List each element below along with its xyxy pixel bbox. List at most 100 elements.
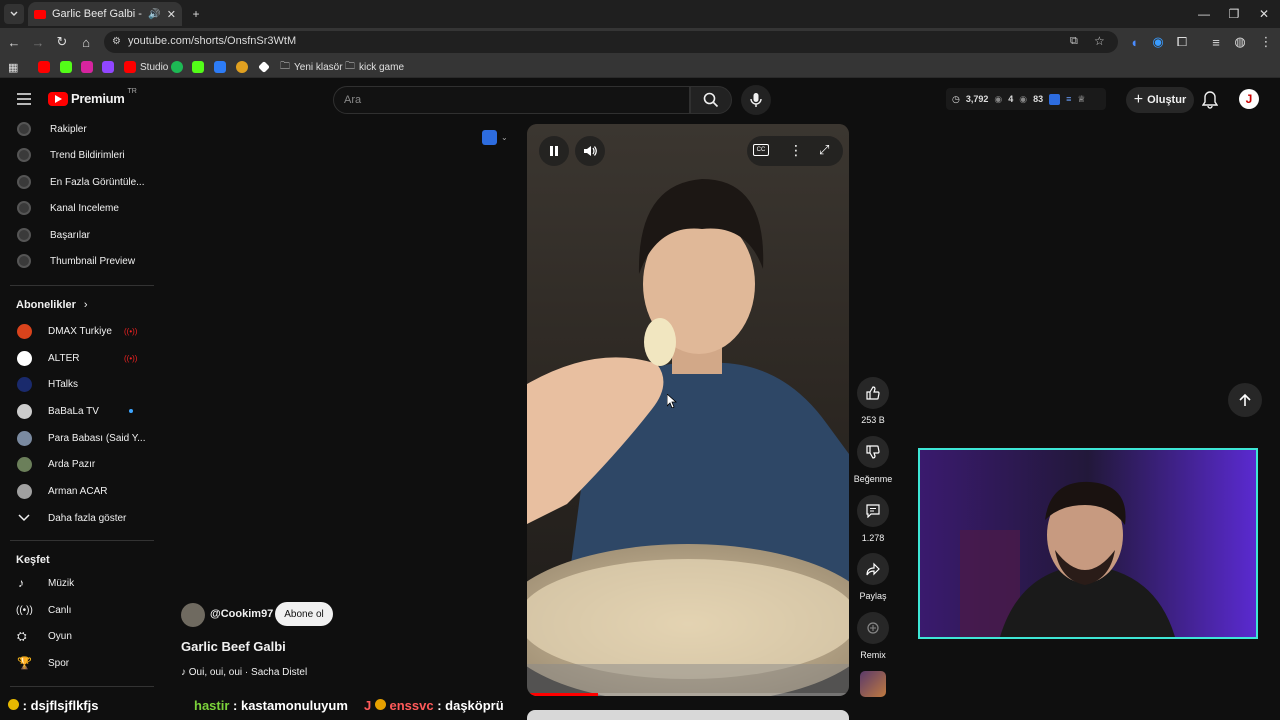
like-button[interactable]: 253 B xyxy=(853,377,893,425)
video-progress-bar[interactable] xyxy=(527,693,849,696)
bookmark-folder-kick-game[interactable]: 🗀 kick game xyxy=(345,59,404,75)
browser-tab-bar: Garlic Beef Galbi - YouTube 🔊 ✕ + — ❐ ✕ xyxy=(0,0,1280,28)
volume-icon xyxy=(584,146,597,156)
sidebar-item-channel-review[interactable]: Kanal Inceleme xyxy=(0,195,154,221)
fullscreen-icon[interactable]: ⤢ xyxy=(819,142,829,158)
live-indicator-icon: ((•)) xyxy=(124,353,138,363)
captions-icon[interactable]: CC xyxy=(753,144,769,156)
sidebar-item-trend[interactable]: Trend Bildirimleri xyxy=(0,142,154,168)
browser-tab-active[interactable]: Garlic Beef Galbi - YouTube 🔊 ✕ xyxy=(28,2,182,26)
sidebar-item-sports[interactable]: 🏆 Spor xyxy=(0,650,154,676)
bookmark-star-icon[interactable]: ☆ xyxy=(1094,34,1105,48)
more-options-icon[interactable]: ⋮ xyxy=(789,142,803,159)
badge-icon xyxy=(374,699,386,710)
bookmark-spotify-icon[interactable] xyxy=(171,59,183,75)
tab-search-button[interactable] xyxy=(4,4,24,24)
remix-button[interactable]: Remix xyxy=(853,612,893,660)
voice-search-button[interactable] xyxy=(741,85,771,115)
bookmark-folder-yeni-klasor[interactable]: 🗀 Yeni klasör xyxy=(280,59,343,75)
media-controls-icon[interactable]: ≡ xyxy=(1208,34,1224,50)
show-more-button[interactable]: Daha fazla göster xyxy=(0,505,154,531)
site-info-icon[interactable]: ⚙ xyxy=(112,36,121,47)
bookmark-instagram-icon[interactable] xyxy=(81,59,93,75)
next-short-preview[interactable] xyxy=(527,710,849,720)
pause-button[interactable] xyxy=(539,136,569,166)
clock-icon: ◷ xyxy=(952,93,960,104)
badge-icon: J xyxy=(364,698,372,713)
install-app-icon[interactable]: ⧉ xyxy=(1070,35,1078,48)
comments-button[interactable]: 1.278 xyxy=(853,495,893,543)
minimize-button[interactable]: — xyxy=(1196,6,1212,22)
user-avatar[interactable]: J xyxy=(1239,89,1259,109)
subscription-alter[interactable]: ALTER ((•)) xyxy=(0,345,154,371)
address-bar[interactable]: ⚙ youtube.com/shorts/OnsfnSr3WtM ⧉ ☆ xyxy=(104,31,1118,53)
thumbs-down-icon xyxy=(866,445,880,459)
list-icon: ≡ xyxy=(1066,94,1072,104)
scroll-up-button[interactable] xyxy=(1228,383,1262,417)
home-icon[interactable]: ⌂ xyxy=(78,34,94,50)
sidebar-divider xyxy=(10,540,154,541)
vidiq-toggle-button[interactable]: ⌄ xyxy=(482,130,508,145)
search-input[interactable]: Ara xyxy=(333,86,690,114)
bookmark-yellow-icon[interactable] xyxy=(236,59,248,75)
youtube-logo[interactable]: Premium TR xyxy=(48,88,137,106)
sidebar-divider xyxy=(10,285,154,286)
close-window-button[interactable]: ✕ xyxy=(1256,6,1272,22)
share-button[interactable]: Paylaş xyxy=(853,553,893,601)
subscription-dmax[interactable]: DMAX Turkiye ((•)) xyxy=(0,318,154,344)
subscriptions-header[interactable]: Abonelikler › xyxy=(16,299,88,311)
back-icon[interactable]: ← xyxy=(6,34,22,50)
sidebar-item-live[interactable]: ((•)) Canlı xyxy=(0,597,154,623)
sidebar-item-thumbnail-preview[interactable]: Thumbnail Preview xyxy=(0,248,154,274)
sidebar-item-rakipler[interactable]: Rakipler xyxy=(0,116,154,142)
sidebar-item-most-viewed[interactable]: En Fazla Görüntüle... xyxy=(0,169,154,195)
chevron-down-icon xyxy=(18,514,30,522)
hamburger-menu-icon[interactable] xyxy=(16,92,32,106)
create-button[interactable]: + Oluştur xyxy=(1126,87,1194,113)
subscribe-button[interactable]: Abone ol xyxy=(275,602,333,626)
new-tab-button[interactable]: + xyxy=(188,6,204,22)
channel-avatar xyxy=(17,430,32,446)
sidebar-item-gaming[interactable]: ⛭ Oyun xyxy=(0,623,154,649)
bookmark-youtube-icon[interactable] xyxy=(38,59,50,75)
subscription-htalks[interactable]: HTalks xyxy=(0,371,154,397)
dislike-button[interactable]: Beğenme xyxy=(853,436,893,484)
forward-icon[interactable]: → xyxy=(30,34,46,50)
bookmark-cloud-icon[interactable] xyxy=(214,59,226,75)
youtube-favicon-icon xyxy=(34,9,46,19)
subscription-arda-pazir[interactable]: Arda Pazır xyxy=(0,451,154,477)
subscription-arman-acar[interactable]: Arman ACAR xyxy=(0,478,154,504)
bookmark-kick2-icon[interactable] xyxy=(192,59,204,75)
streamer-webcam-overlay xyxy=(918,448,1258,639)
bookmark-twitch-icon[interactable] xyxy=(102,59,114,75)
reload-icon[interactable]: ↻ xyxy=(54,34,70,50)
bookmark-diamond-icon[interactable] xyxy=(258,59,270,75)
sidebar-item-music[interactable]: ♪ Müzik xyxy=(0,570,154,596)
bookmark-kick-icon[interactable] xyxy=(60,59,72,75)
notifications-bell-icon[interactable] xyxy=(1202,91,1218,109)
subscription-babala[interactable]: BaBaLa TV xyxy=(0,398,154,424)
speaker-icon[interactable]: 🔊 xyxy=(148,9,160,20)
extension-stats-widget[interactable]: ◷ 3,792 ◉ 4 ◉ 83 ≡ ♕ xyxy=(946,88,1106,110)
subscription-para-babasi[interactable]: Para Babası (Said Y... xyxy=(0,425,154,451)
search-button[interactable] xyxy=(690,86,732,114)
sound-thumbnail[interactable] xyxy=(860,671,886,697)
music-link[interactable]: ♪ Oui, oui, oui · Sacha Distel xyxy=(181,667,307,678)
profile-icon[interactable]: ◍ xyxy=(1232,34,1248,50)
share-icon xyxy=(866,562,880,576)
shorts-video-player[interactable]: CC ⋮ ⤢ xyxy=(527,124,849,696)
close-tab-icon[interactable]: ✕ xyxy=(167,8,176,21)
volume-button[interactable] xyxy=(575,136,605,166)
music-note-icon: ♪ xyxy=(18,576,24,590)
channel-avatar[interactable] xyxy=(181,603,205,627)
channel-avatar xyxy=(17,483,32,499)
menu-icon[interactable]: ⋮ xyxy=(1258,34,1274,50)
bookmark-studio[interactable]: Studio xyxy=(124,59,168,75)
extension-icon-1[interactable]: ◖ xyxy=(1126,34,1142,50)
restore-button[interactable]: ❐ xyxy=(1226,6,1242,22)
apps-icon[interactable]: ▦ xyxy=(8,59,18,75)
extension-icon-2[interactable]: ◉ xyxy=(1150,34,1166,50)
extensions-icon[interactable]: ⧠ xyxy=(1174,34,1190,50)
channel-name[interactable]: @Cookim97 xyxy=(210,608,273,620)
sidebar-item-achievements[interactable]: Başarılar xyxy=(0,222,154,248)
